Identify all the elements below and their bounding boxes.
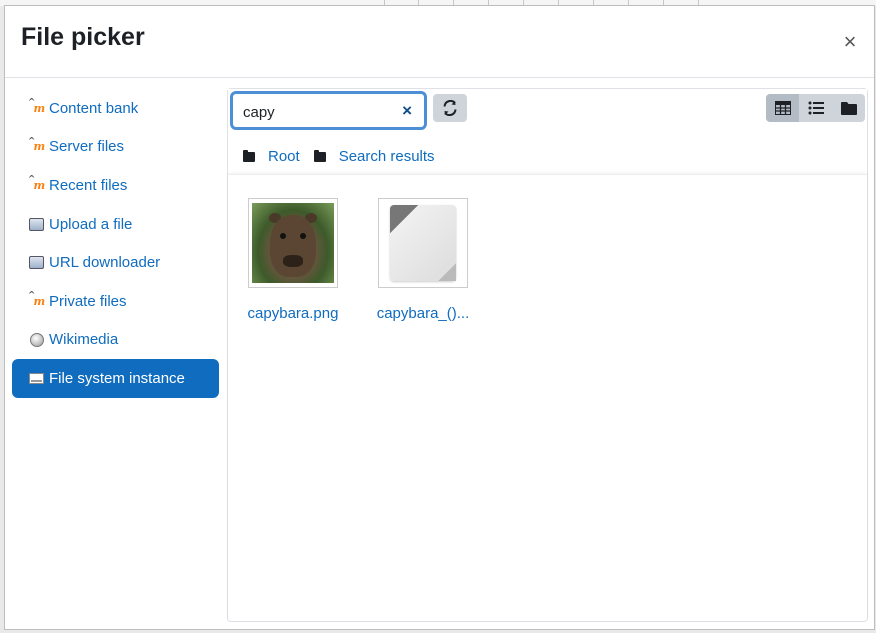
close-button[interactable]: × (840, 31, 860, 53)
file-item[interactable]: capybara.png (238, 198, 348, 322)
moodle-icon: ^ m (27, 291, 46, 308)
sidebar-item-file-system[interactable]: File system instance (12, 359, 219, 398)
document-icon (390, 205, 456, 281)
sidebar-item-label: File system instance (49, 369, 185, 387)
sidebar-item-url-downloader[interactable]: URL downloader (12, 243, 219, 282)
sidebar-item-server-files[interactable]: ^ m Server files (12, 128, 219, 167)
sidebar-item-label: URL downloader (49, 254, 161, 272)
file-thumbnail (248, 198, 338, 288)
sidebar-item-label: Server files (49, 138, 125, 156)
folder-view-icon (840, 102, 857, 115)
repository-list: ^ m Content bank ^ m Server files ^ m Recen… (12, 89, 219, 398)
file-picker-dialog: File picker × ^ m Content bank ^ m Server … (4, 5, 875, 630)
breadcrumb: Root Search results (243, 148, 449, 165)
sidebar-item-label: Recent files (49, 176, 128, 194)
file-item[interactable]: capybara_()... (368, 198, 478, 322)
sidebar-item-label: Content bank (49, 99, 139, 117)
sidebar-item-label: Private files (49, 292, 127, 310)
tree-view-button[interactable] (832, 94, 865, 122)
sidebar-item-recent-files[interactable]: ^ m Recent files (12, 166, 219, 205)
grid-view-icon (774, 101, 791, 115)
wikimedia-icon (28, 332, 45, 347)
moodle-icon: ^ m (27, 175, 46, 192)
dialog-header: File picker × (5, 6, 874, 78)
search-input[interactable] (243, 103, 393, 121)
upload-icon (28, 217, 45, 232)
view-switcher (766, 94, 865, 122)
breadcrumb-search-results[interactable]: Search results (313, 148, 435, 165)
sidebar-item-label: Upload a file (49, 215, 133, 233)
sidebar-item-label: Wikimedia (49, 331, 119, 349)
moodle-icon: ^ m (27, 98, 46, 115)
sidebar-item-upload[interactable]: Upload a file (12, 205, 219, 244)
file-browser-panel: × (227, 88, 868, 622)
list-view-button[interactable] (799, 94, 832, 122)
file-thumbnail (378, 198, 468, 288)
folder-icon (313, 149, 326, 162)
file-name: capybara_()... (376, 305, 470, 322)
file-list: capybara.png capybara_()... (228, 174, 867, 621)
breadcrumb-root[interactable]: Root (243, 148, 300, 165)
capybara-image (252, 203, 334, 283)
sidebar-item-content-bank[interactable]: ^ m Content bank (12, 89, 219, 128)
search-box: × (230, 91, 427, 130)
toolbar: × (228, 89, 867, 172)
file-name: capybara.png (247, 305, 339, 322)
sidebar-item-private-files[interactable]: ^ m Private files (12, 282, 219, 321)
refresh-button[interactable] (433, 94, 467, 122)
moodle-icon: ^ m (27, 136, 46, 154)
url-download-icon (28, 255, 45, 270)
folder-icon (243, 149, 255, 162)
grid-view-button[interactable] (766, 94, 799, 122)
clear-search-icon[interactable]: × (402, 101, 412, 121)
breadcrumb-label: Root (268, 148, 300, 165)
sidebar-item-wikimedia[interactable]: Wikimedia (12, 321, 219, 360)
refresh-icon (443, 100, 457, 116)
dialog-title: File picker (21, 23, 145, 51)
list-view-icon (808, 101, 824, 115)
file-system-icon (28, 371, 45, 386)
breadcrumb-label: Search results (338, 148, 435, 165)
